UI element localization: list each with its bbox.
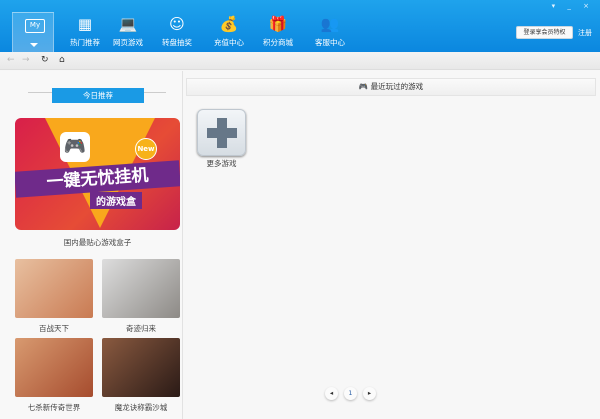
section-title: 最近玩过的游戏	[370, 82, 424, 91]
browser-toolbar: ← → ↻ ⌂	[0, 52, 600, 70]
nav-label: 积分商城	[263, 38, 293, 47]
game-name[interactable]: 百战天下	[15, 323, 93, 334]
back-icon[interactable]: ←	[7, 55, 15, 65]
new-badge: New	[135, 138, 157, 160]
page-1-button[interactable]: 1	[344, 387, 357, 400]
gift-icon: 🎁	[268, 15, 288, 33]
game-thumb[interactable]	[102, 338, 180, 397]
title-bar: My ▦ 热门推荐 💻 网页游戏 ☺ 转盘抽奖 💰 充值中心 🎁 积分商城 👥 客服中心 ▾…	[0, 0, 600, 52]
chevron-down-icon	[30, 43, 38, 51]
nav-label: 网页游戏	[113, 38, 143, 47]
nav-label: 热门推荐	[70, 38, 100, 47]
nav-shop[interactable]: 🎁 积分商城	[253, 14, 303, 50]
game-box-banner[interactable]: 🎮 New 一键无忧挂机 的游戏盒	[15, 118, 180, 230]
support-icon: 👥	[320, 15, 340, 33]
next-page-button[interactable]: ▸	[363, 387, 376, 400]
grid-icon: ▦	[77, 15, 93, 33]
more-games-tile[interactable]	[197, 109, 246, 156]
refresh-icon[interactable]: ↻	[41, 55, 49, 65]
nav-label: 充值中心	[214, 38, 244, 47]
window-controls[interactable]: ▾ _ ×	[552, 2, 594, 10]
recent-games-header: 🎮 最近玩过的游戏	[186, 78, 596, 96]
nav-recharge[interactable]: 💰 充值中心	[204, 14, 254, 50]
login-button[interactable]: 登录享会员特权	[516, 26, 573, 39]
game-thumb[interactable]	[15, 338, 93, 397]
game-name[interactable]: 魔龙诀称霸沙城	[102, 402, 180, 413]
gamepad-icon: 🎮	[60, 132, 90, 162]
game-thumb[interactable]	[15, 259, 93, 318]
game-thumb[interactable]	[102, 259, 180, 318]
prev-page-button[interactable]: ◂	[325, 387, 338, 400]
forward-icon[interactable]: →	[22, 55, 30, 65]
my-icon: My	[25, 19, 45, 33]
nav-label: 客服中心	[315, 38, 345, 47]
divider	[28, 92, 52, 93]
banner-caption[interactable]: 国内最贴心游戏盒子	[15, 237, 180, 248]
today-recommend-ribbon: 今日推荐	[52, 88, 144, 103]
money-bag-icon: 💰	[219, 15, 239, 33]
banner-subtitle: 的游戏盒	[90, 192, 142, 209]
my-button[interactable]: My	[12, 12, 54, 52]
nav-label: 转盘抽奖	[162, 38, 192, 47]
wheel-icon: ☺	[169, 15, 185, 33]
nav-web-games[interactable]: 💻 网页游戏	[103, 14, 153, 50]
nav-lottery[interactable]: ☺ 转盘抽奖	[152, 14, 202, 50]
nav-support[interactable]: 👥 客服中心	[305, 14, 355, 50]
plus-icon	[207, 128, 237, 138]
laptop-icon: 💻	[118, 15, 138, 33]
home-icon[interactable]: ⌂	[59, 55, 65, 65]
game-name[interactable]: 奇迹归来	[102, 323, 180, 334]
more-games-label[interactable]: 更多游戏	[197, 158, 246, 169]
game-name[interactable]: 七杀新传奇世界	[15, 402, 93, 413]
gamepad-icon: 🎮	[358, 82, 371, 91]
divider	[144, 92, 166, 93]
register-link[interactable]: 注册	[578, 28, 592, 38]
